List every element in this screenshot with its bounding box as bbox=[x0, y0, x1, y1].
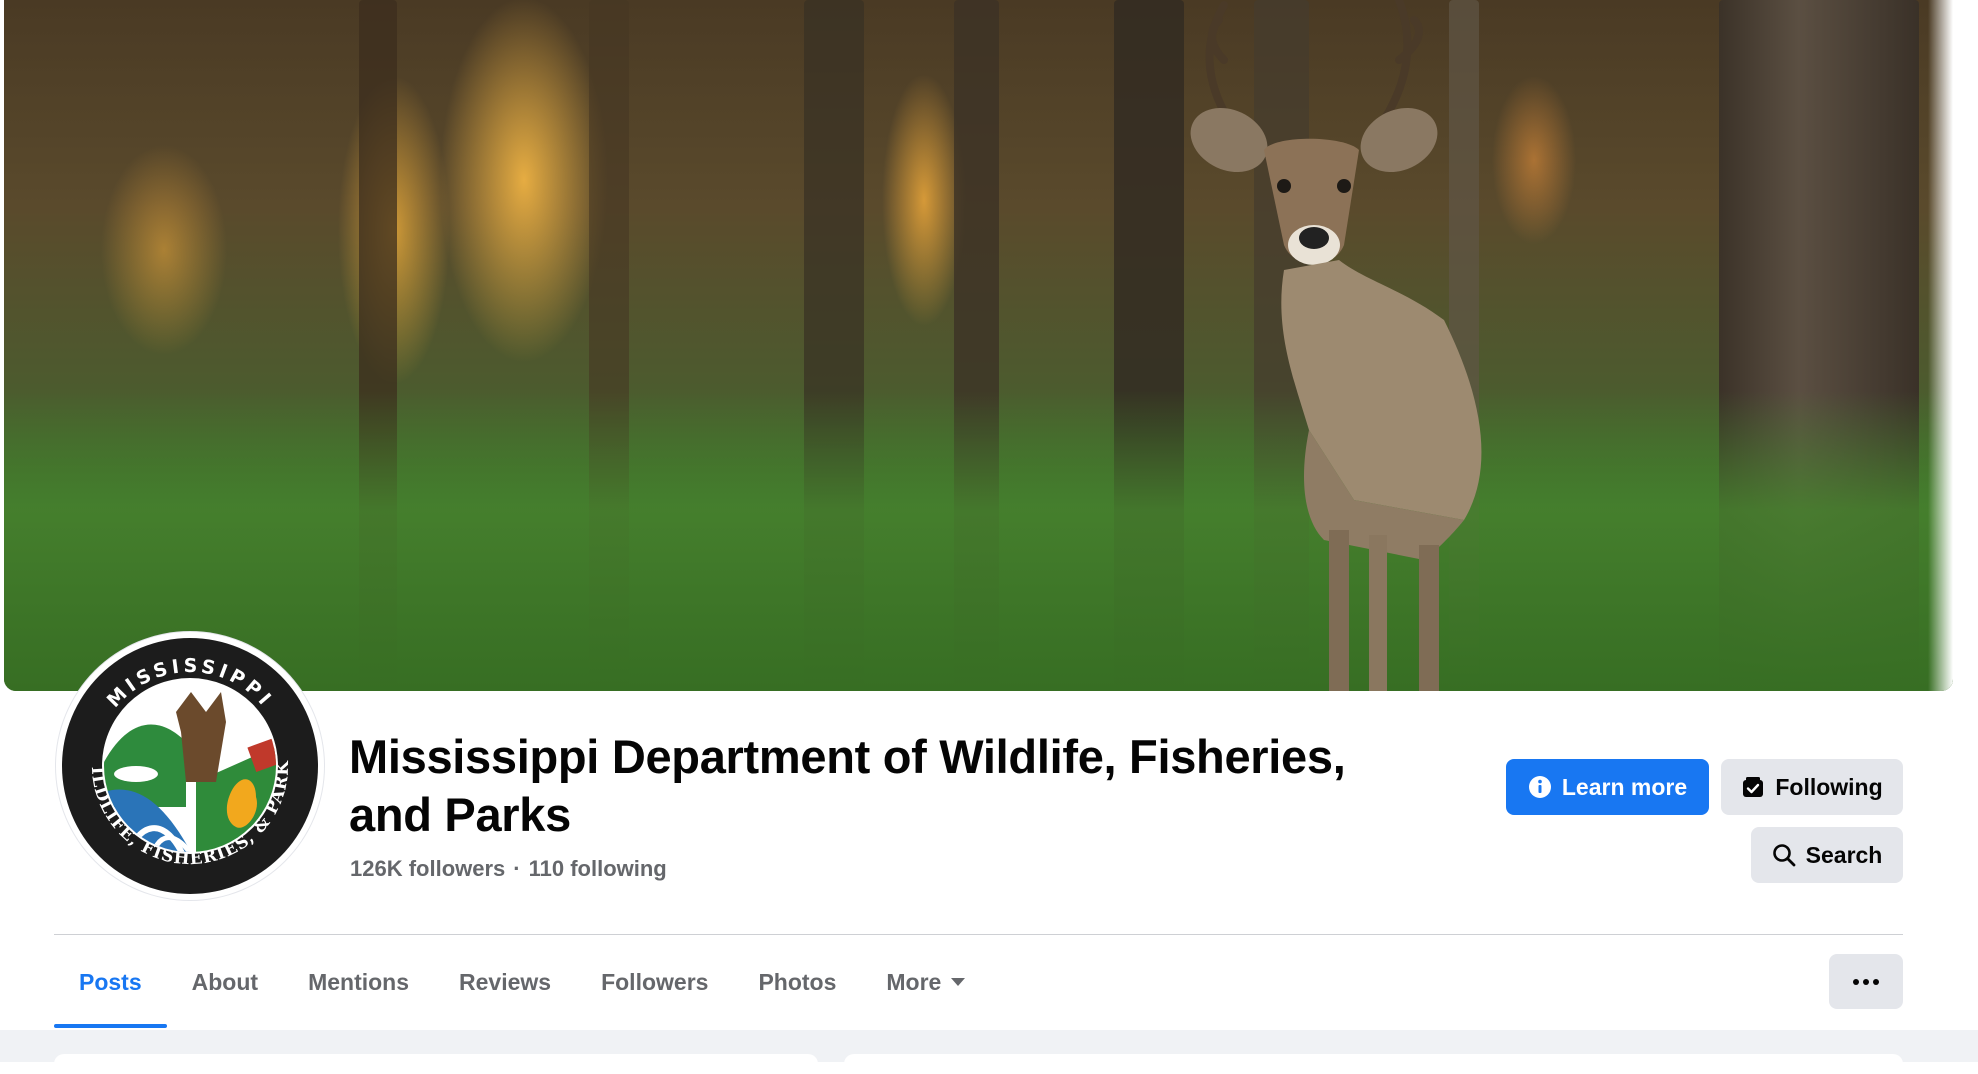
learn-more-label: Learn more bbox=[1561, 773, 1688, 800]
followers-count[interactable]: 126K followers bbox=[350, 856, 505, 881]
tab-label: More bbox=[886, 968, 942, 995]
tab-reviews[interactable]: Reviews bbox=[434, 935, 576, 1029]
following-check-icon bbox=[1743, 777, 1764, 797]
search-label: Search bbox=[1805, 841, 1883, 868]
tab-label: Reviews bbox=[459, 968, 552, 995]
following-button[interactable]: Following bbox=[1721, 759, 1903, 815]
more-options-button[interactable] bbox=[1829, 954, 1903, 1009]
tab-label: Photos bbox=[758, 968, 837, 995]
tab-posts[interactable]: Posts bbox=[54, 935, 167, 1029]
tab-about[interactable]: About bbox=[167, 935, 283, 1029]
page-stats: 126K followers · 110 following bbox=[350, 856, 667, 882]
profile-tabs: Posts About Mentions Reviews Followers P… bbox=[54, 935, 990, 1029]
page-avatar[interactable]: MISSISSIPPI WILDLIFE, FISHERIES, & PARKS bbox=[45, 617, 324, 900]
tab-photos[interactable]: Photos bbox=[733, 935, 861, 1029]
ellipsis-dot bbox=[1873, 978, 1879, 985]
tab-more[interactable]: More bbox=[861, 935, 990, 1029]
tab-label: About bbox=[191, 968, 259, 995]
learn-more-button[interactable]: Learn more bbox=[1506, 759, 1709, 815]
deer-illustration bbox=[1190, 0, 1482, 691]
tab-label: Mentions bbox=[308, 968, 410, 995]
ellipsis-dot bbox=[1863, 978, 1869, 985]
post-composer-card bbox=[844, 1054, 1903, 1074]
search-button[interactable]: Search bbox=[1751, 827, 1903, 883]
search-icon bbox=[1772, 844, 1796, 867]
following-count[interactable]: 110 following bbox=[529, 856, 667, 881]
agency-logo-icon: MISSISSIPPI WILDLIFE, FISHERIES, & PARKS bbox=[45, 617, 318, 894]
tab-label: Followers bbox=[601, 968, 709, 995]
page-title: Mississippi Department of Wildlife, Fish… bbox=[349, 730, 1346, 841]
info-icon bbox=[1528, 776, 1551, 798]
tab-mentions[interactable]: Mentions bbox=[283, 935, 434, 1029]
intro-card bbox=[54, 1054, 818, 1074]
tab-label: Posts bbox=[79, 968, 142, 995]
tab-followers[interactable]: Followers bbox=[576, 935, 733, 1029]
cover-photo[interactable] bbox=[4, 0, 1953, 691]
chevron-down-icon bbox=[951, 978, 966, 986]
following-label: Following bbox=[1775, 773, 1883, 800]
stats-separator: · bbox=[513, 856, 521, 881]
ellipsis-dot bbox=[1853, 978, 1859, 985]
